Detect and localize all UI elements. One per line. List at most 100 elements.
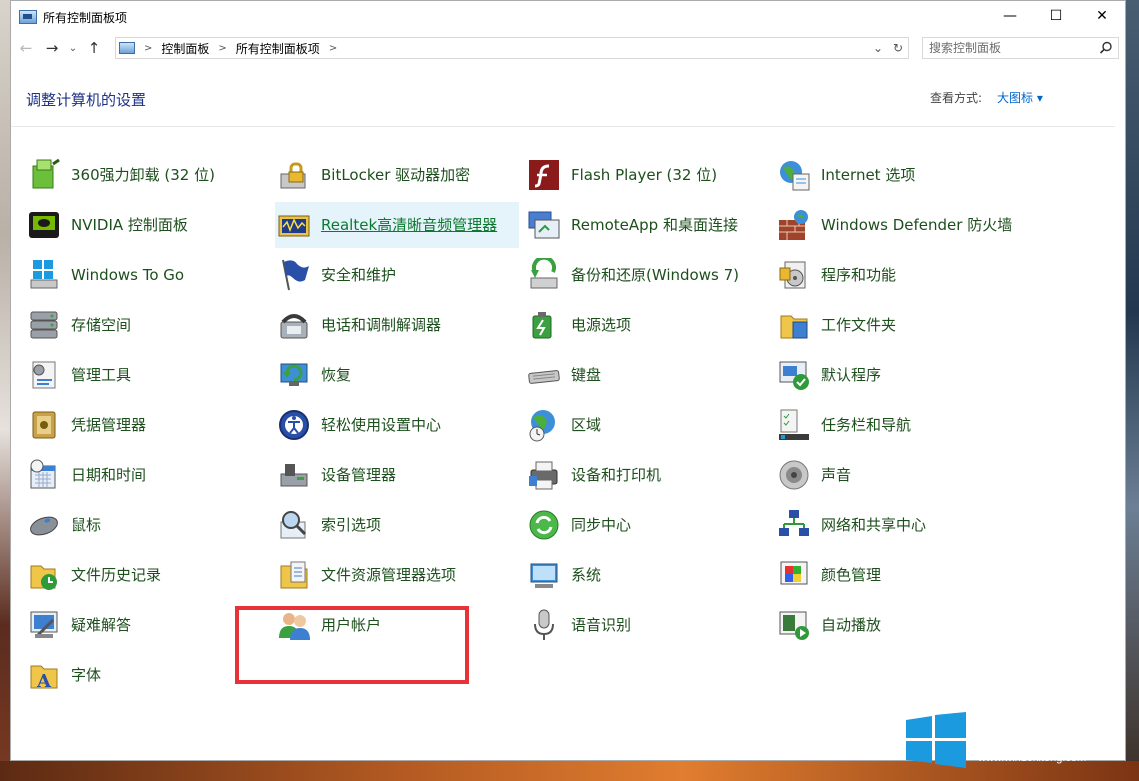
item-label: 安全和维护 xyxy=(321,265,397,284)
control-panel-item[interactable]: 鼠标 xyxy=(25,502,269,548)
close-button[interactable]: ✕ xyxy=(1079,1,1125,31)
bitlocker-icon xyxy=(280,162,306,189)
power-icon xyxy=(532,312,552,339)
control-panel-item[interactable]: 恢复 xyxy=(275,352,519,398)
item-label: Internet 选项 xyxy=(821,165,916,184)
control-panel-item[interactable]: 管理工具 xyxy=(25,352,269,398)
control-panel-item[interactable]: Realtek高清晰音频管理器 xyxy=(275,202,519,248)
watermark-title: Win10之家 xyxy=(978,723,1097,751)
control-panel-item[interactable]: 电话和调制解调器 xyxy=(275,302,519,348)
control-panel-item[interactable]: 轻松使用设置中心 xyxy=(275,402,519,448)
control-panel-item[interactable]: 文件资源管理器选项 xyxy=(275,552,519,598)
mouse-icon xyxy=(30,516,58,536)
control-panel-item[interactable]: 任务栏和导航 xyxy=(775,402,1019,448)
control-panel-item[interactable]: 系统 xyxy=(525,552,769,598)
explorer-options-icon xyxy=(280,561,308,589)
item-label: 系统 xyxy=(571,565,602,584)
control-panel-item[interactable]: 网络和共享中心 xyxy=(775,502,1019,548)
control-panel-item[interactable]: Internet 选项 xyxy=(775,152,1019,198)
item-label: 语音识别 xyxy=(571,615,632,634)
control-panel-item[interactable]: 语音识别 xyxy=(525,602,769,648)
printer-icon xyxy=(529,461,558,490)
watermark: Win10之家 www.win10xitong.com xyxy=(906,710,1130,770)
control-panel-item[interactable]: 凭据管理器 xyxy=(25,402,269,448)
control-panel-item[interactable]: 键盘 xyxy=(525,352,769,398)
item-label: 存储空间 xyxy=(71,315,132,334)
control-panel-item[interactable]: A 字体 xyxy=(25,652,269,698)
programs-icon xyxy=(779,261,806,289)
back-button[interactable]: ← xyxy=(13,36,39,60)
chevron-right-icon[interactable]: > xyxy=(144,43,152,54)
control-panel-item[interactable]: Flash Player (32 位) xyxy=(525,152,769,198)
item-label: BitLocker 驱动器加密 xyxy=(321,165,471,184)
keyboard-icon xyxy=(528,370,560,384)
internet-options-icon xyxy=(780,161,810,191)
control-panel-item[interactable]: NVIDIA 控制面板 xyxy=(25,202,269,248)
up-button[interactable]: ↑ xyxy=(81,36,107,60)
control-panel-item[interactable]: 程序和功能 xyxy=(775,252,1019,298)
address-actions: ⌄ ↻ xyxy=(868,38,908,58)
control-panel-item[interactable]: 同步中心 xyxy=(525,502,769,548)
breadcrumb-control-panel[interactable]: 控制面板 xyxy=(161,40,209,57)
item-label: 电话和调制解调器 xyxy=(321,315,442,334)
window-controls: — ☐ ✕ xyxy=(987,1,1125,31)
control-panel-item[interactable]: 声音 xyxy=(775,452,1019,498)
network-icon xyxy=(779,510,809,536)
security-flag-icon xyxy=(282,259,309,291)
control-panel-item[interactable]: 颜色管理 xyxy=(775,552,1019,598)
control-panel-item[interactable]: 电源选项 xyxy=(525,302,769,348)
search-box[interactable] xyxy=(922,37,1119,59)
control-panel-item[interactable]: 文件历史记录 xyxy=(25,552,269,598)
item-label: 日期和时间 xyxy=(71,465,147,484)
control-panel-item[interactable]: 自动播放 xyxy=(775,602,1019,648)
navigation-bar: ← → ⌄ ↑ > 控制面板 > 所有控制面板项 > ⌄ ↻ xyxy=(11,33,1125,63)
recent-locations-button[interactable]: ⌄ xyxy=(65,36,81,60)
control-panel-item[interactable]: BitLocker 驱动器加密 xyxy=(275,152,519,198)
search-input[interactable] xyxy=(929,39,1099,57)
item-label: RemoteApp 和桌面连接 xyxy=(571,215,738,234)
control-panel-item[interactable]: 360强力卸载 (32 位) xyxy=(25,152,269,198)
address-bar[interactable]: > 控制面板 > 所有控制面板项 > ⌄ ↻ xyxy=(115,37,909,59)
title-bar[interactable]: 所有控制面板项 — ☐ ✕ xyxy=(11,1,1125,33)
item-label: 字体 xyxy=(71,665,102,684)
control-panel-icon xyxy=(19,10,37,24)
control-panel-item[interactable]: 备份和还原(Windows 7) xyxy=(525,252,769,298)
control-panel-item[interactable]: 存储空间 xyxy=(25,302,269,348)
remoteapp-icon xyxy=(528,211,560,239)
control-panel-item[interactable]: 设备管理器 xyxy=(275,452,519,498)
minimize-button[interactable]: — xyxy=(987,1,1033,31)
refresh-icon[interactable]: ↻ xyxy=(888,41,908,55)
chevron-right-icon[interactable]: > xyxy=(329,43,337,54)
chevron-down-icon[interactable]: ⌄ xyxy=(868,41,888,55)
control-panel-item[interactable]: Windows To Go xyxy=(25,252,269,298)
control-panel-item[interactable]: 设备和打印机 xyxy=(525,452,769,498)
control-panel-item[interactable]: 默认程序 xyxy=(775,352,1019,398)
chevron-right-icon[interactable]: > xyxy=(218,43,226,54)
item-label: 管理工具 xyxy=(71,365,132,384)
item-label: 网络和共享中心 xyxy=(821,515,927,534)
item-label: 同步中心 xyxy=(571,515,632,534)
view-by-label: 查看方式: xyxy=(930,91,983,105)
view-by-dropdown[interactable]: 大图标 ▾ xyxy=(997,89,1043,106)
item-label: 自动播放 xyxy=(821,615,882,634)
admin-tools-icon xyxy=(32,361,56,389)
item-label: 文件历史记录 xyxy=(71,565,162,584)
control-panel-item[interactable]: 疑难解答 xyxy=(25,602,269,648)
control-panel-item[interactable]: 索引选项 xyxy=(275,502,519,548)
control-panel-item[interactable]: Windows Defender 防火墙 xyxy=(775,202,1019,248)
search-icon[interactable] xyxy=(1098,40,1114,56)
forward-button[interactable]: → xyxy=(39,36,65,60)
maximize-button[interactable]: ☐ xyxy=(1033,1,1079,31)
sound-icon xyxy=(779,460,809,490)
item-label: 区域 xyxy=(571,415,602,434)
control-panel-item[interactable]: 区域 xyxy=(525,402,769,448)
control-panel-item[interactable]: 安全和维护 xyxy=(275,252,519,298)
control-panel-item[interactable]: 工作文件夹 xyxy=(775,302,1019,348)
control-panel-item[interactable]: RemoteApp 和桌面连接 xyxy=(525,202,769,248)
default-programs-icon xyxy=(779,361,809,390)
control-panel-item[interactable]: 日期和时间 xyxy=(25,452,269,498)
region-icon xyxy=(529,410,555,442)
breadcrumb-all-items[interactable]: 所有控制面板项 xyxy=(236,40,320,57)
uninstall-icon xyxy=(32,158,60,189)
item-label: NVIDIA 控制面板 xyxy=(71,215,188,234)
